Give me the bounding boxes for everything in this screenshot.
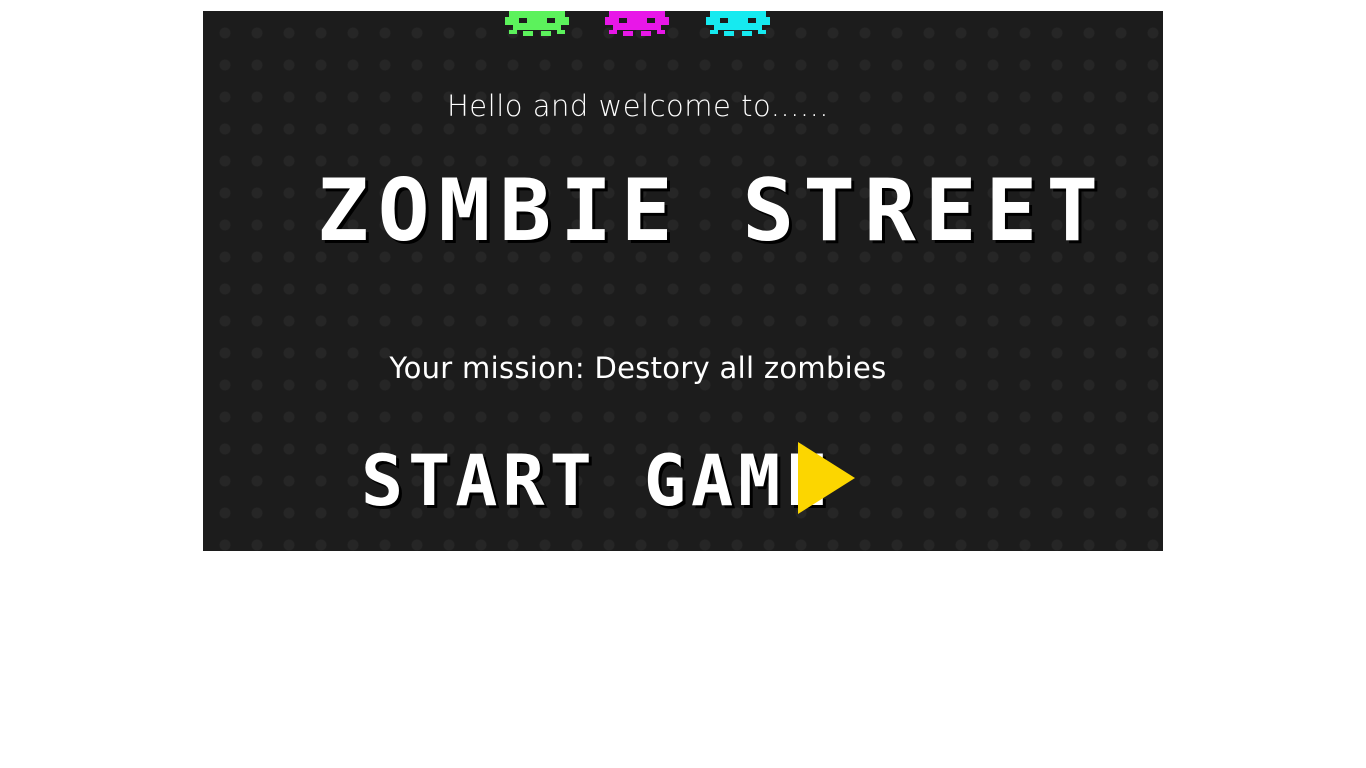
game-screen: Hello and welcome to...... ZOMBIE STREET… xyxy=(203,11,1163,551)
magenta-invader-icon xyxy=(605,11,669,36)
cyan-invader-icon xyxy=(706,11,770,36)
start-game-button[interactable]: START GAME xyxy=(361,436,871,531)
mission-text: Your mission: Destory all zombies xyxy=(389,351,887,385)
welcome-text: Hello and welcome to...... xyxy=(446,89,830,123)
green-invader-icon xyxy=(505,11,569,36)
game-title: ZOMBIE STREET xyxy=(317,161,1108,261)
start-game-label: START GAME xyxy=(361,440,833,522)
play-icon[interactable] xyxy=(798,442,855,514)
